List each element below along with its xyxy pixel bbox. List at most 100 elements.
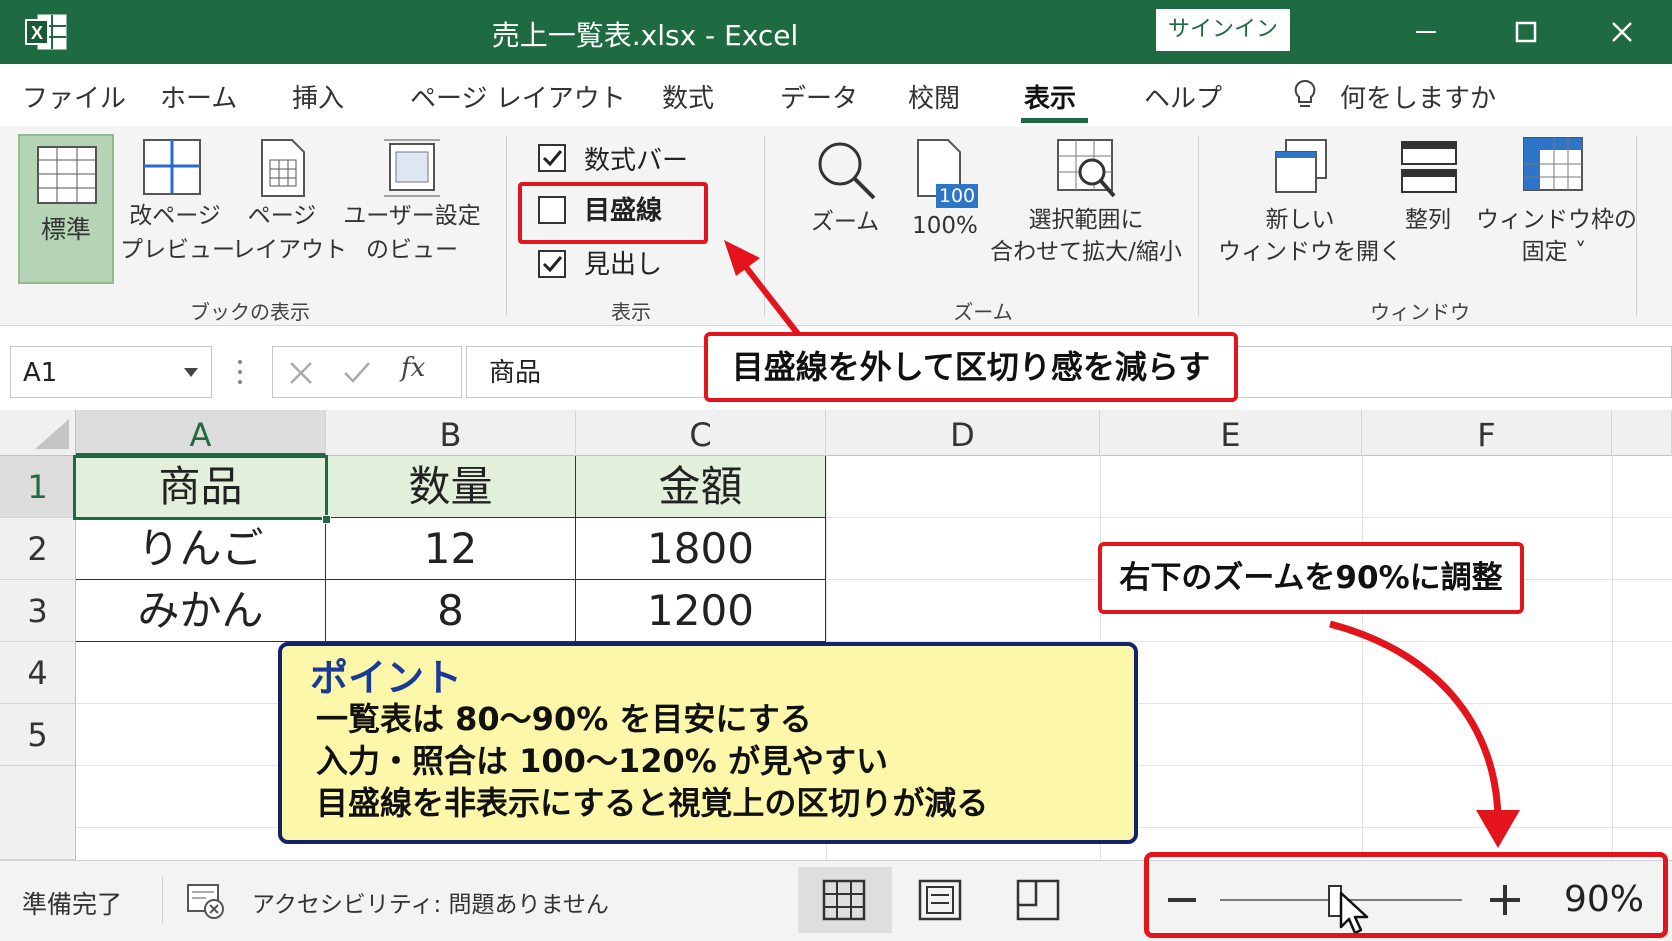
normal-view-icon	[37, 146, 97, 204]
name-box[interactable]: A1	[10, 346, 212, 398]
zoom-100-badge: 100	[936, 184, 978, 208]
column-header-e[interactable]: E	[1100, 410, 1362, 456]
point-line-3: 目盛線を非表示にすると視覚上の区切りが減る	[316, 784, 989, 822]
checkmark-icon	[542, 150, 563, 167]
custom-views-label-1: ユーザー設定	[343, 203, 481, 229]
row-header-overflow[interactable]	[0, 766, 76, 860]
normal-view-status-button[interactable]	[798, 867, 892, 933]
ribbon-view: 標準 改ページ プレビュー ページ レイアウト ユーザー設定 のビュー ブックの…	[0, 126, 1672, 326]
freeze-panes-icon	[1523, 137, 1583, 191]
fill-handle[interactable]	[322, 515, 331, 524]
select-all-button[interactable]	[0, 410, 76, 456]
cell-c2[interactable]: 1800	[576, 518, 826, 580]
window-title: 売上一覧表.xlsx - Excel	[491, 19, 799, 52]
new-window-button[interactable]: 新しい ウィンドウを開く	[1218, 132, 1402, 282]
cell-a3[interactable]: みかん	[76, 580, 326, 642]
zoom-button[interactable]: ズーム	[800, 132, 890, 242]
freeze-panes-label-2: 固定 ˅	[1521, 239, 1587, 265]
cell-b1[interactable]: 数量	[326, 456, 576, 518]
close-icon	[1612, 22, 1632, 42]
group-separator	[764, 136, 765, 316]
point-line-2: 入力・照合は 100〜120% が見やすい	[316, 742, 888, 780]
row-header-4[interactable]: 4	[0, 642, 76, 704]
tab-help[interactable]: ヘルプ	[1144, 78, 1222, 115]
column-header-f[interactable]: F	[1362, 410, 1612, 456]
cell-c3[interactable]: 1200	[576, 580, 826, 642]
page-break-preview-button[interactable]: 改ページ プレビュー	[120, 132, 235, 282]
row-header-1[interactable]: 1	[0, 456, 76, 518]
accessibility-icon[interactable]	[186, 881, 226, 921]
zoom-100-button[interactable]: 100 100%	[900, 132, 990, 242]
close-button[interactable]	[1594, 10, 1650, 54]
row-header-3[interactable]: 3	[0, 580, 76, 642]
active-tab-indicator	[1021, 118, 1088, 123]
insert-function-button[interactable]: fx	[401, 353, 425, 383]
tab-page-layout[interactable]: ページ レイアウト	[410, 78, 626, 115]
page-break-label-1: 改ページ	[129, 203, 221, 229]
gridlines-callout: 目盛線を外して区切り感を減らす	[704, 332, 1238, 402]
column-header-a[interactable]: A	[76, 410, 326, 456]
grid-view-icon	[822, 879, 866, 921]
page-layout-view-icon[interactable]	[918, 879, 962, 921]
tab-formulas[interactable]: 数式	[662, 78, 714, 115]
gridlines-highlight-box	[518, 182, 708, 244]
active-cell-border	[73, 455, 328, 520]
enter-check-icon[interactable]	[343, 361, 371, 385]
accessibility-status[interactable]: アクセシビリティ: 問題ありません	[252, 885, 609, 919]
new-window-label-1: 新しい	[1265, 207, 1335, 233]
headings-label: 見出し	[584, 250, 663, 280]
page-break-label-2: プレビュー	[120, 237, 235, 263]
tab-file[interactable]: ファイル	[22, 78, 126, 115]
tab-data[interactable]: データ	[780, 78, 858, 115]
magnifier-icon	[818, 142, 876, 200]
zoom-to-selection-button[interactable]: 選択範囲に 合わせて拡大/縮小	[986, 132, 1186, 282]
row-header-2[interactable]: 2	[0, 518, 76, 580]
formula-bar-checkbox[interactable]	[538, 144, 566, 172]
row-header-5[interactable]: 5	[0, 704, 76, 766]
group-separator	[506, 136, 507, 316]
cancel-icon[interactable]	[289, 361, 313, 385]
point-title: ポイント	[310, 656, 463, 700]
arrange-all-button[interactable]: 整列	[1388, 132, 1468, 242]
checkmark-icon	[542, 256, 563, 273]
column-header-b[interactable]: B	[326, 410, 576, 456]
column-header-d[interactable]: D	[826, 410, 1100, 456]
cell-a2[interactable]: りんご	[76, 518, 326, 580]
tab-insert[interactable]: 挿入	[292, 78, 344, 115]
minimize-button[interactable]	[1398, 10, 1454, 54]
custom-views-button[interactable]: ユーザー設定 のビュー	[338, 132, 486, 282]
tell-me-search[interactable]: 何をしますか	[1340, 78, 1496, 115]
formula-buttons: fx	[272, 346, 462, 398]
new-window-icon	[1275, 139, 1327, 193]
select-all-triangle-icon	[35, 419, 69, 449]
cell-c1[interactable]: 金額	[576, 456, 826, 518]
normal-view-button[interactable]: 標準	[18, 134, 114, 284]
cell-b2[interactable]: 12	[326, 518, 576, 580]
drag-handle-icon[interactable]	[236, 358, 244, 386]
zoom-selection-icon	[1057, 139, 1116, 198]
signin-button[interactable]: サインイン	[1156, 9, 1290, 51]
page-layout-label-1: ページ	[247, 203, 317, 229]
maximize-button[interactable]	[1498, 10, 1554, 54]
freeze-panes-button[interactable]: ウィンドウ枠の 固定 ˅	[1476, 132, 1637, 282]
group-label-window: ウィンドウ	[1370, 300, 1470, 324]
zoom-callout: 右下のズームを90%に調整	[1098, 542, 1524, 614]
group-separator	[1198, 136, 1199, 316]
tab-view[interactable]: 表示	[1024, 78, 1076, 115]
custom-views-label-2: のビュー	[366, 237, 458, 263]
page-layout-view-button[interactable]: ページ レイアウト	[232, 132, 347, 282]
minimize-icon	[1416, 31, 1436, 33]
zoom-selection-label-2: 合わせて拡大/縮小	[990, 239, 1182, 265]
gridline	[826, 517, 1672, 518]
cell-b3[interactable]: 8	[326, 580, 576, 642]
column-header-overflow[interactable]	[1612, 410, 1672, 456]
column-header-c[interactable]: C	[576, 410, 826, 456]
page-break-icon	[143, 139, 201, 195]
headings-checkbox[interactable]	[538, 250, 566, 278]
zoom-selection-label-1: 選択範囲に	[1028, 207, 1144, 233]
page-layout-icon	[261, 139, 305, 197]
tab-home[interactable]: ホーム	[160, 78, 237, 115]
custom-views-icon	[384, 139, 440, 197]
page-break-view-icon[interactable]	[1016, 879, 1060, 921]
tab-review[interactable]: 校閲	[908, 78, 960, 115]
